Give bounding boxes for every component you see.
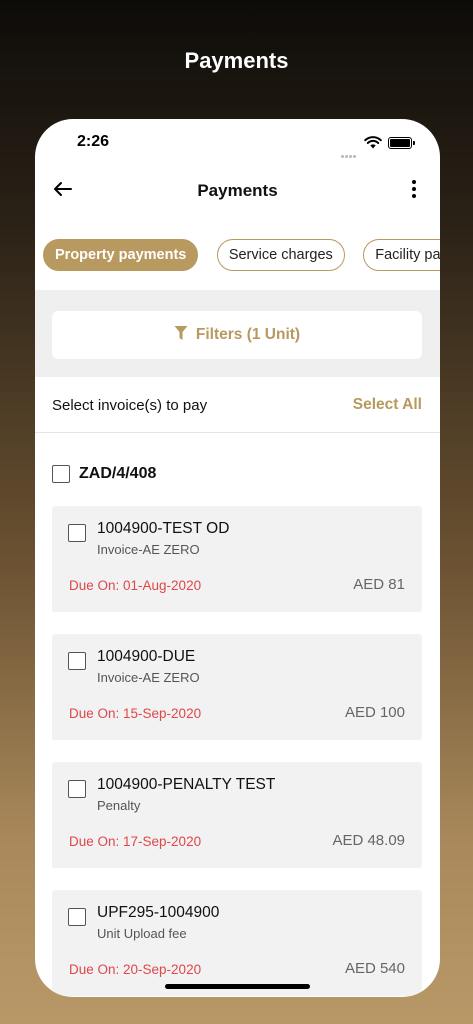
more-vertical-icon bbox=[412, 180, 416, 198]
invoice-id: 1004900-DUE bbox=[97, 648, 196, 665]
invoice-due-date: Due On: 01-Aug-2020 bbox=[69, 578, 202, 593]
page-title: Payments bbox=[197, 181, 278, 200]
invoice-card[interactable]: 1004900-DUE Invoice-AE ZERO Due On: 15-S… bbox=[52, 634, 422, 740]
payment-type-tabs: Property payments Service charges Facili… bbox=[43, 239, 440, 271]
app-header: Payments bbox=[35, 169, 440, 213]
filter-area: Filters (1 Unit) bbox=[35, 290, 440, 377]
invoice-type: Invoice-AE ZERO bbox=[97, 670, 200, 685]
invoice-type: Invoice-AE ZERO bbox=[97, 542, 200, 557]
invoice-amount: AED 81 bbox=[353, 576, 405, 593]
invoice-card[interactable]: 1004900-PENALTY TEST Penalty Due On: 17-… bbox=[52, 762, 422, 868]
invoice-card[interactable]: UPF295-1004900 Unit Upload fee Due On: 2… bbox=[52, 890, 422, 996]
tab-service-charges[interactable]: Service charges bbox=[216, 239, 345, 271]
status-time: 2:26 bbox=[77, 133, 110, 150]
battery-icon bbox=[388, 137, 412, 149]
tab-property-payments[interactable]: Property payments bbox=[43, 239, 199, 271]
invoice-id: 1004900-PENALTY TEST bbox=[97, 776, 276, 793]
invoice-checkbox[interactable] bbox=[68, 780, 86, 798]
invoice-checkbox[interactable] bbox=[68, 652, 86, 670]
unit-group-header: ZAD/4/408 bbox=[52, 465, 156, 489]
invoice-id: 1004900-TEST OD bbox=[97, 520, 230, 537]
hero-title: Payments bbox=[184, 48, 289, 73]
filters-button[interactable]: Filters (1 Unit) bbox=[52, 311, 422, 359]
unit-group-label: ZAD/4/408 bbox=[79, 465, 157, 482]
select-all-button[interactable]: Select All bbox=[353, 396, 422, 414]
invoice-amount: AED 100 bbox=[344, 704, 405, 721]
phone-screen: 2:26 Payments Property payments Service … bbox=[35, 119, 440, 997]
invoice-checkbox[interactable] bbox=[68, 908, 86, 926]
signal-icon bbox=[341, 145, 357, 163]
unit-group-checkbox[interactable] bbox=[52, 465, 70, 483]
status-bar: 2:26 bbox=[35, 119, 440, 169]
select-invoices-prompt: Select invoice(s) to pay bbox=[52, 397, 208, 414]
invoice-card[interactable]: 1004900-TEST OD Invoice-AE ZERO Due On: … bbox=[52, 506, 422, 612]
invoice-amount: AED 48.09 bbox=[332, 832, 405, 849]
invoice-due-date: Due On: 20-Sep-2020 bbox=[69, 962, 202, 977]
wifi-icon bbox=[364, 136, 382, 149]
invoice-amount: AED 540 bbox=[344, 960, 405, 977]
invoice-id: UPF295-1004900 bbox=[97, 904, 220, 921]
invoice-type: Penalty bbox=[97, 798, 141, 813]
select-invoices-row: Select invoice(s) to pay Select All bbox=[35, 377, 440, 433]
funnel-icon bbox=[174, 326, 188, 340]
more-options-button[interactable] bbox=[408, 178, 420, 202]
tab-facility-payments[interactable]: Facility payments bbox=[363, 239, 440, 271]
home-indicator[interactable] bbox=[165, 984, 310, 989]
invoice-type: Unit Upload fee bbox=[97, 926, 187, 941]
invoice-due-date: Due On: 15-Sep-2020 bbox=[69, 706, 202, 721]
battery-cap bbox=[413, 141, 415, 145]
invoice-due-date: Due On: 17-Sep-2020 bbox=[69, 834, 202, 849]
invoice-checkbox[interactable] bbox=[68, 524, 86, 542]
filters-label: Filters (1 Unit) bbox=[195, 326, 301, 343]
